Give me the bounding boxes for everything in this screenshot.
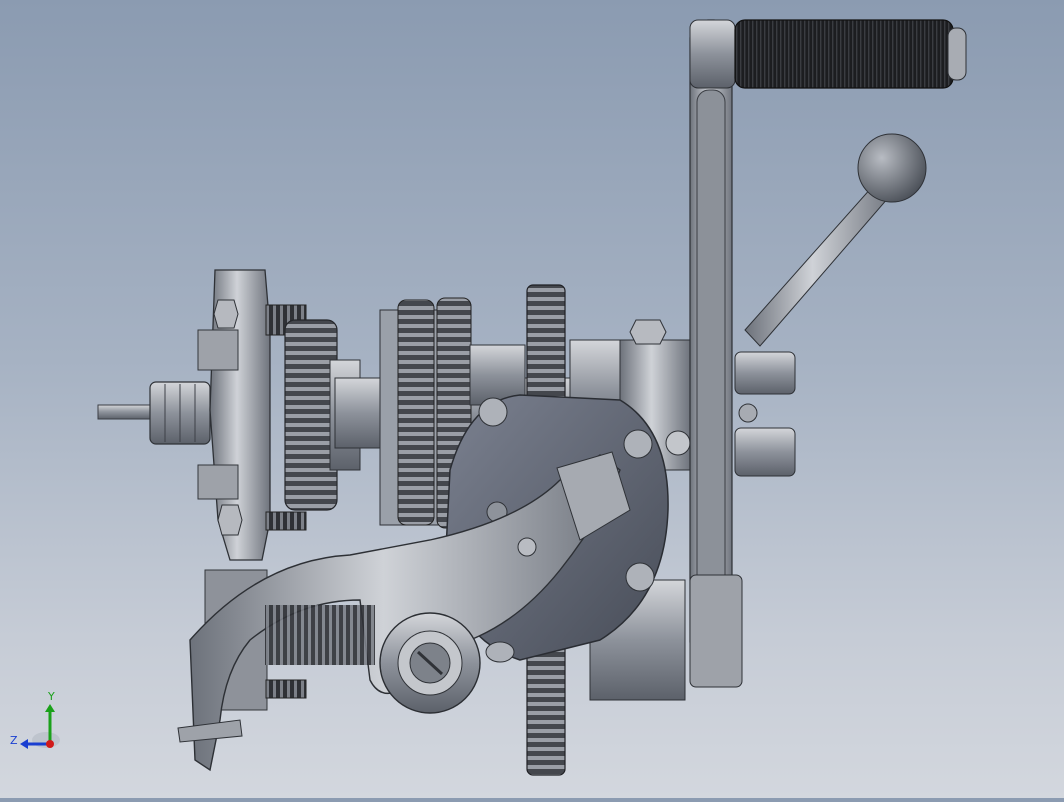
y-axis-head (45, 704, 55, 712)
crank-handle[interactable] (689, 19, 743, 688)
x-axis-dot (46, 740, 54, 748)
gearbox-assembly-model[interactable] (0, 0, 1064, 798)
shift-lever[interactable] (744, 133, 927, 347)
triad-plane (32, 732, 60, 748)
z-axis-label: Z (10, 734, 18, 747)
y-axis-label: Y (48, 690, 55, 703)
cad-viewport[interactable]: Y Z (0, 0, 1064, 798)
coordinate-triad: Y Z (8, 690, 68, 756)
crank-grip[interactable] (734, 19, 967, 89)
z-axis-head (20, 739, 28, 749)
shift-rails[interactable] (734, 351, 796, 477)
input-shaft[interactable] (97, 381, 211, 445)
